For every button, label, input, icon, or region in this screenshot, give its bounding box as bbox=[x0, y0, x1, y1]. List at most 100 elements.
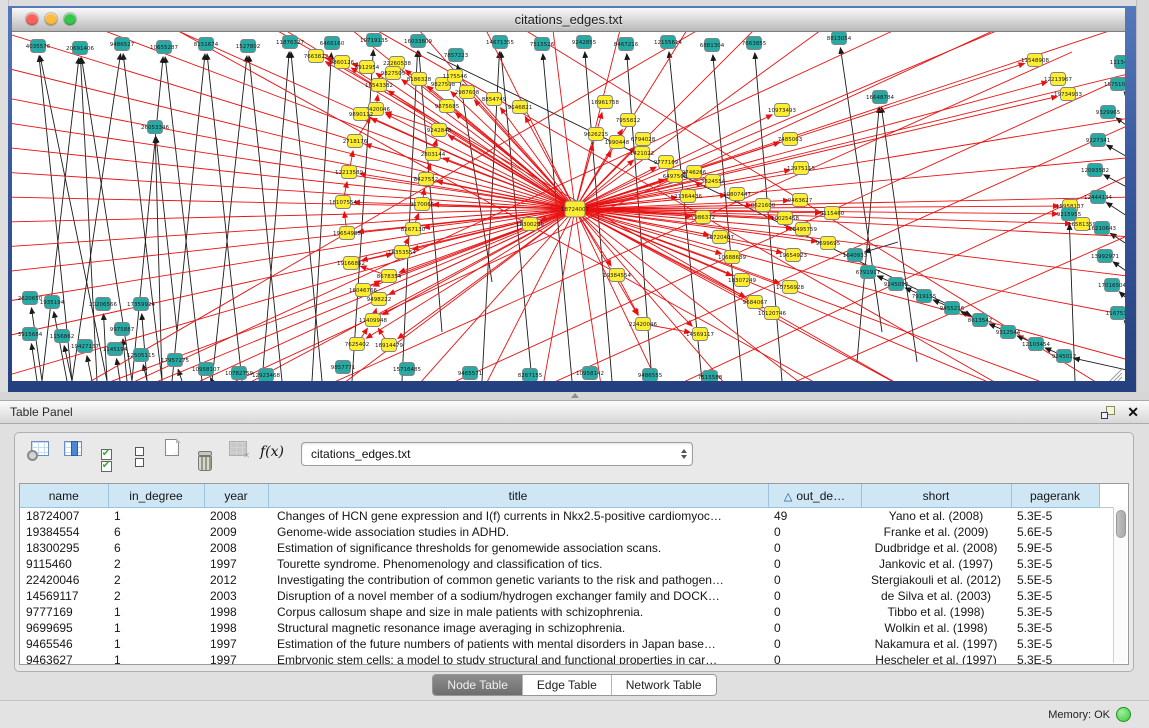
graph-node[interactable]: 18107554 bbox=[329, 196, 357, 209]
window-titlebar[interactable]: citations_edges.txt bbox=[12, 8, 1125, 32]
network-canvas[interactable]: 1872400776638229860126891295422260538982… bbox=[12, 32, 1125, 381]
tab-network-table[interactable]: Network Table bbox=[611, 675, 716, 695]
graph-node[interactable]: 12213967 bbox=[1044, 73, 1072, 86]
memory-ok-indicator-icon[interactable] bbox=[1116, 707, 1131, 722]
network-view-window[interactable]: citations_edges.txt 18724007766382298601… bbox=[8, 6, 1136, 392]
graph-node[interactable]: 22420046 bbox=[629, 318, 657, 331]
graph-node[interactable]: 9115460 bbox=[820, 207, 845, 220]
column-header-title[interactable]: title bbox=[268, 484, 768, 508]
graph-node[interactable]: 16914479 bbox=[375, 339, 403, 352]
zoom-window-icon[interactable] bbox=[64, 13, 76, 25]
graph-node[interactable]: 12093582 bbox=[1081, 164, 1109, 177]
table-row[interactable]: 1830029562008Estimation of significance … bbox=[20, 540, 1118, 556]
graph-node[interactable]: 9486555 bbox=[638, 369, 663, 382]
delete-table-icon[interactable] bbox=[225, 436, 251, 460]
graph-node[interactable]: 17957275 bbox=[161, 354, 189, 367]
divider-handle-icon[interactable] bbox=[571, 393, 579, 398]
graph-node[interactable]: 2718176 bbox=[343, 135, 368, 148]
graph-node[interactable]: 17016504 bbox=[1098, 279, 1125, 292]
float-panel-icon[interactable] bbox=[1101, 406, 1115, 419]
select-columns-icon[interactable] bbox=[60, 436, 86, 460]
graph-node[interactable]: 21364436 bbox=[674, 190, 702, 203]
graph-node[interactable]: 15716485 bbox=[393, 363, 421, 376]
graph-node[interactable]: 11876327 bbox=[276, 36, 304, 49]
table-row[interactable]: 1872400712008Changes of HCN gene express… bbox=[20, 508, 1118, 525]
graph-node[interactable]: 1935194 bbox=[40, 296, 65, 309]
scrollbar-thumb[interactable] bbox=[1116, 510, 1126, 538]
graph-node[interactable]: 10719135 bbox=[360, 34, 388, 47]
graph-node[interactable]: 8813054 bbox=[827, 32, 852, 45]
graph-node[interactable]: 9146821 bbox=[508, 101, 533, 114]
column-header-short[interactable]: short bbox=[861, 484, 1011, 508]
column-header-out_degree[interactable]: △out_de… bbox=[768, 484, 861, 508]
graph-node[interactable]: 9242855 bbox=[572, 36, 597, 49]
graph-node[interactable]: 1113454 bbox=[1110, 56, 1125, 69]
graph-node[interactable]: 18724007 bbox=[561, 201, 589, 217]
graph-node[interactable]: 8678354 bbox=[377, 270, 402, 283]
graph-node[interactable]: 26495759 bbox=[789, 223, 817, 236]
graph-node[interactable]: 12155614 bbox=[654, 36, 682, 49]
table-row[interactable]: 911546021997Tourette syndrome. Phenomeno… bbox=[20, 556, 1118, 572]
table-selector-dropdown[interactable]: citations_edges.txt bbox=[301, 442, 693, 466]
table-row[interactable]: 1938455462009Genome-wide association stu… bbox=[20, 524, 1118, 540]
split-divider[interactable] bbox=[0, 392, 1149, 400]
graph-node[interactable]: 13992971 bbox=[1091, 250, 1119, 263]
graph-node[interactable]: 10655287 bbox=[150, 41, 178, 54]
graph-node[interactable]: 1156862 bbox=[50, 330, 75, 343]
graph-node[interactable]: 10025458 bbox=[771, 212, 799, 225]
graph-node[interactable]: 9857771 bbox=[331, 361, 356, 374]
graph-node[interactable]: 8267155 bbox=[518, 369, 543, 382]
graph-node[interactable]: 10120746 bbox=[758, 307, 786, 320]
table-row[interactable]: 2242004622012Investigating the contribut… bbox=[20, 572, 1118, 588]
graph-node[interactable]: 12444134 bbox=[1084, 191, 1112, 204]
graph-node[interactable]: 8621600 bbox=[751, 199, 776, 212]
graph-node[interactable]: 8912954 bbox=[355, 61, 380, 74]
graph-node[interactable]: 7515526 bbox=[530, 38, 555, 51]
graph-node[interactable]: 2987608 bbox=[455, 86, 480, 99]
graph-node[interactable]: 9975887 bbox=[110, 323, 135, 336]
column-header-name[interactable]: name bbox=[20, 484, 108, 508]
create-column-icon[interactable] bbox=[159, 435, 185, 459]
column-header-in_degree[interactable]: in_degree bbox=[108, 484, 204, 508]
graph-node[interactable]: 20691406 bbox=[66, 42, 94, 55]
graph-node[interactable]: 9312544 bbox=[996, 326, 1021, 339]
graph-node[interactable]: 26053346 bbox=[141, 121, 169, 134]
graph-node[interactable]: 7663822 bbox=[304, 50, 329, 63]
graph-node[interactable]: 16033809 bbox=[404, 35, 432, 48]
graph-node[interactable]: 19166852 bbox=[337, 257, 365, 270]
graph-node[interactable]: 1640933 bbox=[843, 249, 868, 262]
show-hide-columns-icon[interactable] bbox=[93, 448, 119, 472]
graph-node[interactable]: 10688639 bbox=[718, 251, 746, 264]
table-row[interactable]: 946362711997Embryonic stem cells: a mode… bbox=[20, 652, 1118, 665]
graph-node[interactable]: 4035576 bbox=[26, 40, 51, 53]
tab-node-table[interactable]: Node Table bbox=[433, 675, 522, 695]
function-builder-icon[interactable]: f(x) bbox=[258, 440, 286, 464]
graph-node[interactable]: 1167534 bbox=[1106, 307, 1125, 320]
graph-node[interactable]: 11409948 bbox=[359, 314, 387, 327]
table-row[interactable]: 977716911998Corpus callosum shape and si… bbox=[20, 604, 1118, 620]
graph-node[interactable]: 3915684 bbox=[18, 328, 43, 341]
graph-node[interactable]: 7919155 bbox=[912, 290, 937, 303]
graph-node[interactable]: 1527802 bbox=[236, 40, 261, 53]
graph-node[interactable]: 16961758 bbox=[591, 96, 619, 109]
graph-node[interactable]: 8854749 bbox=[482, 93, 507, 106]
graph-node[interactable]: 9465571 bbox=[458, 367, 483, 380]
graph-node[interactable]: 6466160 bbox=[320, 37, 345, 50]
graph-node[interactable]: 6794028 bbox=[631, 133, 656, 146]
close-window-icon[interactable] bbox=[26, 13, 38, 25]
graph-node[interactable]: 9242848 bbox=[427, 124, 452, 137]
close-panel-icon[interactable]: ✕ bbox=[1127, 405, 1139, 419]
graph-node[interactable]: 9486527 bbox=[110, 38, 135, 51]
graph-node[interactable]: 16648784 bbox=[866, 91, 894, 104]
graph-node[interactable]: 10973493 bbox=[768, 104, 796, 117]
table-mode-icon[interactable] bbox=[27, 436, 53, 460]
column-header-year[interactable]: year bbox=[204, 484, 268, 508]
graph-node[interactable]: 9875685 bbox=[435, 100, 460, 113]
graph-node[interactable]: 7955812 bbox=[616, 114, 641, 127]
graph-node[interactable]: 9455216 bbox=[940, 302, 965, 315]
graph-node[interactable]: 7857223 bbox=[444, 49, 469, 62]
table-row[interactable]: 969969511998Structural magnetic resonanc… bbox=[20, 620, 1118, 636]
graph-node[interactable]: 19654985 bbox=[333, 227, 361, 240]
graph-node[interactable]: 10807447 bbox=[723, 188, 751, 201]
graph-node[interactable]: 9245012 bbox=[1052, 350, 1077, 363]
